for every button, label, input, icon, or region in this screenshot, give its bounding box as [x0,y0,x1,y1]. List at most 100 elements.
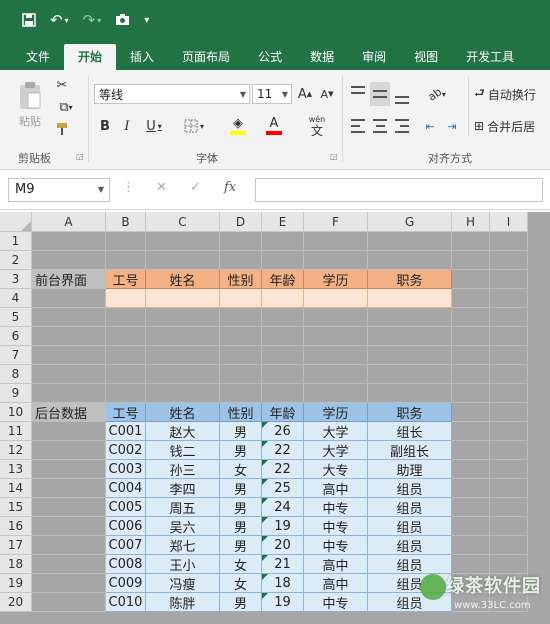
cell-i15[interactable] [490,498,528,517]
cell-b11[interactable]: C001 [106,422,146,441]
row-header-19[interactable]: 19 [0,574,32,593]
cell-h15[interactable] [452,498,490,517]
cell-f11[interactable]: 大学 [304,422,368,441]
cell-g7[interactable] [368,346,452,365]
cell-g10[interactable]: 职务 [368,403,452,422]
cell-a3[interactable]: 前台界面 [32,270,106,289]
row-header-15[interactable]: 15 [0,498,32,517]
cell-e2[interactable] [262,251,304,270]
italic-button[interactable]: I [118,116,136,136]
row-header-20[interactable]: 20 [0,593,32,612]
cell-a10[interactable]: 后台数据 [32,403,106,422]
cell-i7[interactable] [490,346,528,365]
cell-d1[interactable] [220,232,262,251]
cell-d7[interactable] [220,346,262,365]
cell-h2[interactable] [452,251,490,270]
cell-c19[interactable]: 冯瘦 [146,574,220,593]
cell-f14[interactable]: 高中 [304,479,368,498]
select-all-corner[interactable] [0,212,32,232]
cell-c20[interactable]: 陈胖 [146,593,220,612]
cell-b18[interactable]: C008 [106,555,146,574]
undo-icon[interactable]: ↶ ▾ [50,11,69,29]
row-header-1[interactable]: 1 [0,232,32,251]
phonetic-guide-button[interactable]: wén 文 [300,112,334,140]
cell-i3[interactable] [490,270,528,289]
cell-i6[interactable] [490,327,528,346]
cell-f15[interactable]: 中专 [304,498,368,517]
cell-f12[interactable]: 大学 [304,441,368,460]
cell-d5[interactable] [220,308,262,327]
cell-f16[interactable]: 中专 [304,517,368,536]
cell-e8[interactable] [262,365,304,384]
align-right-icon[interactable] [392,114,412,138]
align-top-icon[interactable] [348,82,368,106]
cell-e15[interactable]: 24 [262,498,304,517]
cell-d16[interactable]: 男 [220,517,262,536]
cell-i13[interactable] [490,460,528,479]
row-header-12[interactable]: 12 [0,441,32,460]
row-header-2[interactable]: 2 [0,251,32,270]
cell-e9[interactable] [262,384,304,403]
cell-a16[interactable] [32,517,106,536]
cell-i5[interactable] [490,308,528,327]
cell-c17[interactable]: 郑七 [146,536,220,555]
cell-g15[interactable]: 组员 [368,498,452,517]
cell-e13[interactable]: 22 [262,460,304,479]
cell-h3[interactable] [452,270,490,289]
column-header-d[interactable]: D [220,212,262,232]
cell-h7[interactable] [452,346,490,365]
cell-b15[interactable]: C005 [106,498,146,517]
cell-c12[interactable]: 钱二 [146,441,220,460]
row-header-14[interactable]: 14 [0,479,32,498]
cell-a18[interactable] [32,555,106,574]
font-name-select[interactable]: 等线 ▼ [94,84,250,104]
cell-h8[interactable] [452,365,490,384]
cell-f18[interactable]: 高中 [304,555,368,574]
cell-c6[interactable] [146,327,220,346]
cell-g6[interactable] [368,327,452,346]
cell-c15[interactable]: 周五 [146,498,220,517]
cell-d20[interactable]: 男 [220,593,262,612]
save-icon[interactable] [22,13,36,27]
cell-c11[interactable]: 赵大 [146,422,220,441]
cell-h5[interactable] [452,308,490,327]
cell-h10[interactable] [452,403,490,422]
column-header-i[interactable]: I [490,212,528,232]
tab-4[interactable]: 公式 [244,44,296,70]
customize-toolbar-icon[interactable]: ▾ [144,15,149,26]
paste-button[interactable]: 粘贴 [12,76,48,134]
cell-a9[interactable] [32,384,106,403]
cell-g14[interactable]: 组员 [368,479,452,498]
shrink-font-button[interactable]: A ▼ [318,84,336,104]
cell-c1[interactable] [146,232,220,251]
row-header-6[interactable]: 6 [0,327,32,346]
cell-h14[interactable] [452,479,490,498]
cell-f3[interactable]: 学历 [304,270,368,289]
format-painter-icon[interactable] [52,118,72,140]
cell-i10[interactable] [490,403,528,422]
borders-icon[interactable]: ▾ [176,116,212,136]
cell-e17[interactable]: 20 [262,536,304,555]
cell-d3[interactable]: 性别 [220,270,262,289]
cell-i8[interactable] [490,365,528,384]
tab-1[interactable]: 开始 [64,44,117,70]
cell-d11[interactable]: 男 [220,422,262,441]
cell-h13[interactable] [452,460,490,479]
cell-e11[interactable]: 26 [262,422,304,441]
cell-e6[interactable] [262,327,304,346]
decrease-indent-icon[interactable]: ⇤ [420,114,440,138]
redo-icon[interactable]: ↷ ▾ [83,11,102,29]
more-options-icon[interactable]: ⋮ [122,180,135,195]
cell-a14[interactable] [32,479,106,498]
cell-e12[interactable]: 22 [262,441,304,460]
cancel-icon[interactable]: ✕ [156,180,167,195]
cell-i1[interactable] [490,232,528,251]
cell-a5[interactable] [32,308,106,327]
column-header-b[interactable]: B [106,212,146,232]
cell-h9[interactable] [452,384,490,403]
cell-i17[interactable] [490,536,528,555]
cell-h4[interactable] [452,289,490,308]
increase-indent-icon[interactable]: ⇥ [442,114,462,138]
bold-button[interactable]: B [96,116,114,136]
row-header-16[interactable]: 16 [0,517,32,536]
